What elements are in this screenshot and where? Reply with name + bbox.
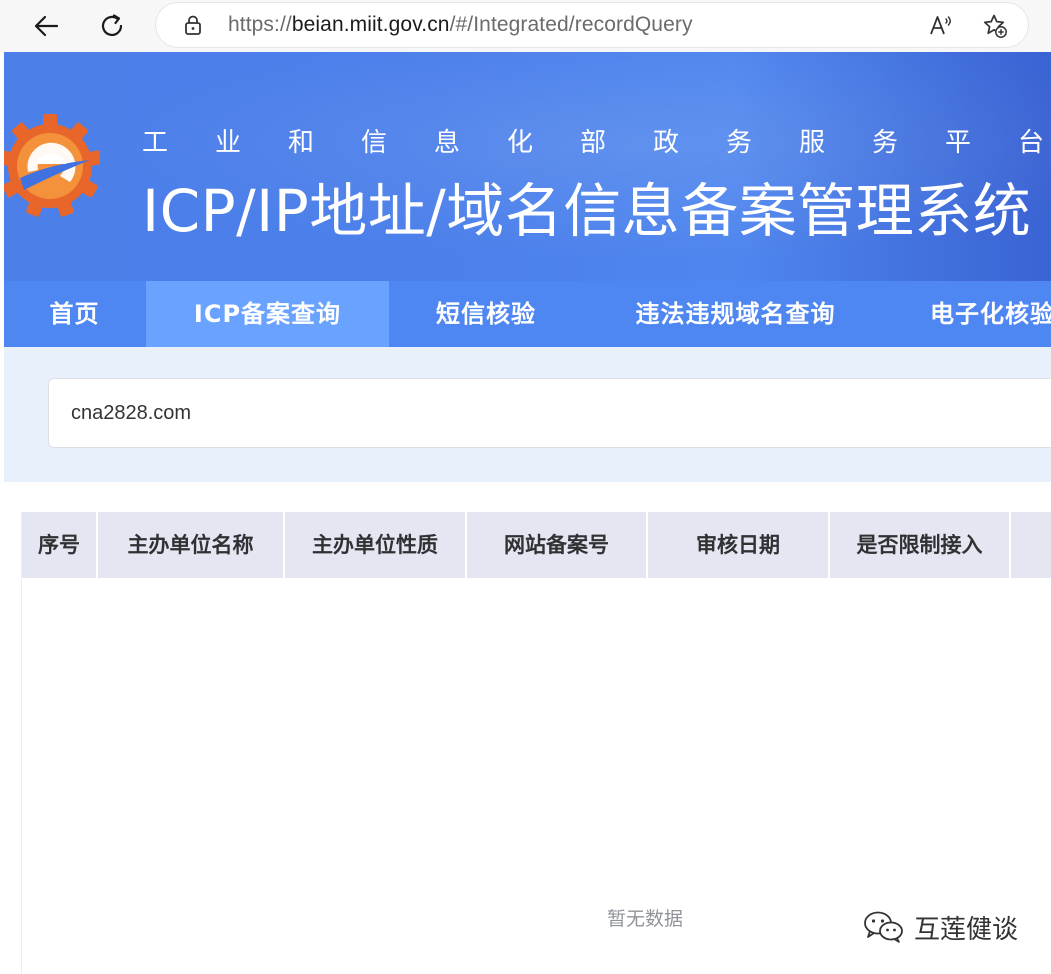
watermark: 互莲健谈 [862, 910, 1019, 945]
read-aloud-icon [930, 16, 951, 35]
column-header-organizer-name[interactable]: 主办单位名称 [98, 512, 285, 578]
menu-item-home[interactable]: 首页 [4, 281, 145, 347]
results-table: 序号 主办单位名称 主办单位性质 网站备案号 审核日期 是否限制接入 暂无数据 [21, 512, 1051, 974]
web-page: 工业和信息化部政务服务平台 ICP/IP地址/域名信息备案管理系统 首页 ICP… [4, 52, 1051, 974]
header-title: ICP/IP地址/域名信息备案管理系统 [142, 177, 1032, 245]
table-header: 序号 主办单位名称 主办单位性质 网站备案号 审核日期 是否限制接入 [22, 512, 1051, 578]
browser-toolbar: https://beian.miit.gov.cn/#/Integrated/r… [0, 0, 1051, 52]
wechat-icon [864, 911, 903, 943]
menu-item-icp-query[interactable]: ICP备案查询 [146, 281, 389, 347]
menu-item-illegal-domain-query[interactable]: 违法违规域名查询 [583, 281, 888, 347]
column-header-extra [1011, 512, 1051, 578]
empty-state-text: 暂无数据 [607, 908, 684, 930]
address-bar[interactable]: https://beian.miit.gov.cn/#/Integrated/r… [156, 3, 1028, 47]
search-input[interactable] [48, 378, 1051, 448]
url-text[interactable]: https://beian.miit.gov.cn/#/Integrated/r… [228, 13, 693, 37]
column-header-organizer-type[interactable]: 主办单位性质 [285, 512, 467, 578]
back-button[interactable] [26, 6, 66, 46]
url-path: /#/Integrated/recordQuery [449, 13, 693, 36]
site-header: 工业和信息化部政务服务平台 ICP/IP地址/域名信息备案管理系统 [4, 52, 1051, 281]
refresh-button[interactable] [92, 6, 132, 46]
favorite-button[interactable] [982, 13, 1008, 39]
header-subtitle: 工业和信息化部政务服务平台 [142, 128, 1051, 158]
search-area [4, 347, 1051, 482]
column-header-record-number[interactable]: 网站备案号 [467, 512, 648, 578]
refresh-icon [101, 14, 123, 37]
favorite-add-icon [983, 14, 1007, 38]
url-host: beian.miit.gov.cn [291, 13, 450, 36]
watermark-text: 互莲健谈 [914, 914, 1019, 945]
url-scheme: https:// [228, 13, 292, 36]
menu-item-e-verify[interactable]: 电子化核验 [888, 281, 1051, 347]
main-menu: 首页 ICP备案查询 短信核验 违法违规域名查询 电子化核验 [4, 281, 1051, 347]
column-header-index[interactable]: 序号 [22, 512, 98, 578]
lock-icon[interactable] [182, 14, 204, 36]
site-logo-icon [4, 114, 100, 217]
column-header-access-restricted[interactable]: 是否限制接入 [830, 512, 1011, 578]
menu-item-sms-verify[interactable]: 短信核验 [389, 281, 583, 347]
read-aloud-button[interactable] [928, 13, 954, 39]
column-header-review-date[interactable]: 审核日期 [648, 512, 830, 578]
arrow-left-icon [34, 15, 59, 37]
